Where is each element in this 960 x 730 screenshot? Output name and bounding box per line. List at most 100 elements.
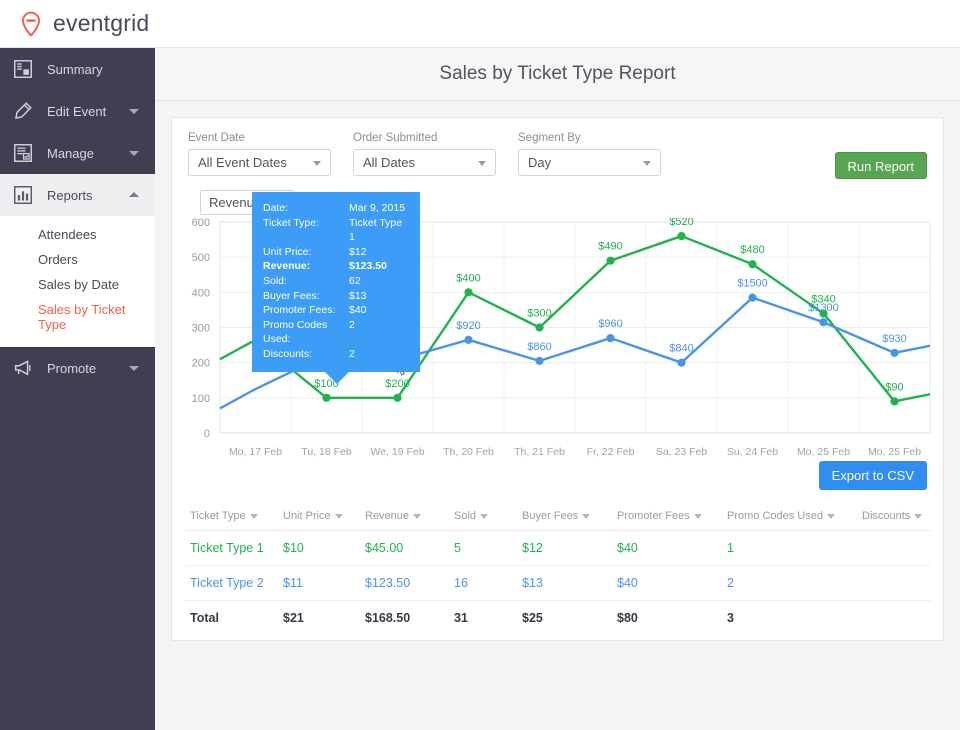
top-bar: eventgrid bbox=[0, 0, 960, 48]
chevron-down-icon bbox=[313, 160, 321, 166]
column-label: Sold bbox=[454, 510, 477, 522]
table-cell: Total bbox=[190, 611, 219, 625]
table-cell: $40 bbox=[613, 565, 723, 601]
sidebar-item-reports[interactable]: Reports bbox=[0, 174, 155, 216]
sidebar-item-promote[interactable]: Promote bbox=[0, 347, 155, 389]
filter-bar: Event Date All Event Dates Order Submitt… bbox=[172, 118, 943, 184]
table-cell: $168.50 bbox=[365, 611, 411, 625]
sort-descending-icon[interactable] bbox=[582, 513, 591, 519]
sort-descending-icon[interactable] bbox=[693, 513, 702, 519]
tooltip-row: Promo Codes Used: 2 bbox=[263, 318, 409, 347]
data-point bbox=[535, 356, 544, 366]
sort-descending-icon[interactable] bbox=[413, 513, 422, 519]
sort-descending-icon[interactable] bbox=[249, 513, 258, 519]
table-column-header[interactable]: Unit Price bbox=[279, 504, 361, 531]
segment-by-select[interactable]: Day bbox=[518, 149, 661, 176]
sort-descending-icon[interactable] bbox=[827, 513, 835, 519]
table-cell: Ticket Type 2 bbox=[186, 565, 279, 601]
column-label: Buyer Fees bbox=[522, 510, 579, 522]
chevron-down-icon bbox=[643, 160, 651, 166]
reports-submenu: Attendees Orders Sales by Date Sales by … bbox=[0, 216, 155, 347]
table-row: Ticket Type 2 $11 $123.50 16 $13 $40 2 bbox=[186, 565, 931, 601]
table-column-header[interactable]: Promoter Fees bbox=[613, 504, 723, 531]
table-column-header[interactable]: Buyer Fees bbox=[518, 504, 613, 531]
sidebar-item-edit-event[interactable]: Edit Event bbox=[0, 90, 155, 132]
data-label: $860 bbox=[527, 341, 551, 353]
table-column-header[interactable]: Revenue bbox=[361, 504, 450, 531]
table-cell: $40 bbox=[613, 530, 723, 566]
tooltip-row: Discounts: 2 bbox=[263, 347, 409, 362]
tooltip-value: 62 bbox=[349, 274, 361, 287]
table-cell: $12 bbox=[518, 530, 613, 566]
sort-descending-icon[interactable] bbox=[914, 513, 923, 519]
table-column-header[interactable]: Discounts bbox=[858, 504, 931, 531]
chevron-down-icon bbox=[478, 160, 486, 166]
sort-descending-icon[interactable] bbox=[334, 513, 343, 519]
data-point bbox=[535, 323, 544, 332]
table-column-header[interactable]: Sold bbox=[450, 504, 518, 531]
filter-segment-by: Segment By Day bbox=[518, 132, 661, 176]
table-cell: 31 bbox=[454, 611, 468, 625]
table-body: Ticket Type 1 $10 $45.00 5 $12 $40 1 Ticket Typ… bbox=[186, 530, 931, 636]
data-label: $300 bbox=[527, 308, 551, 320]
megaphone-icon bbox=[14, 360, 31, 376]
x-axis-tick: Tu, 18 Feb bbox=[301, 446, 352, 458]
sidebar-item-attendees[interactable]: Attendees bbox=[0, 222, 155, 247]
table-cell bbox=[858, 530, 931, 566]
sidebar-item-label: Summary bbox=[47, 61, 103, 77]
sidebar-item-sales-by-ticket-type[interactable]: Sales by Ticket Type bbox=[0, 297, 155, 337]
brand-name: eventgrid bbox=[53, 10, 150, 36]
tooltip-value: Mar 9, 2015 bbox=[349, 202, 406, 214]
filter-label: Event Date bbox=[188, 132, 245, 144]
data-label: $930 bbox=[882, 333, 906, 345]
sidebar-item-manage[interactable]: Manage bbox=[0, 132, 155, 174]
data-label: $490 bbox=[598, 241, 622, 253]
y-axis-tick: 500 bbox=[192, 252, 210, 264]
run-report-button[interactable]: Run Report bbox=[834, 152, 927, 179]
tooltip-key: Unit Price: bbox=[263, 245, 312, 258]
tooltip-row: Sold: 62 bbox=[263, 274, 409, 289]
sidebar-item-sales-by-date[interactable]: Sales by Date bbox=[0, 272, 155, 297]
app-root: eventgrid Summary Edit Event Manage Repo… bbox=[0, 0, 960, 730]
table-cell bbox=[858, 601, 931, 636]
order-submitted-value: All Dates bbox=[363, 155, 416, 170]
results-table: Ticket Type Unit Price Revenue Sold Buyer Fe… bbox=[186, 504, 931, 635]
data-label: $400 bbox=[456, 272, 480, 284]
table-cell: Ticket Type 1 bbox=[186, 530, 279, 566]
data-point bbox=[748, 260, 757, 269]
tooltip-value: $12 bbox=[349, 245, 367, 258]
data-point bbox=[819, 318, 828, 327]
sidebar-item-summary[interactable]: Summary bbox=[0, 48, 155, 90]
data-point bbox=[606, 333, 615, 343]
data-label: $90 bbox=[885, 381, 903, 393]
y-axis-tick: 0 bbox=[204, 428, 210, 440]
sidebar: Summary Edit Event Manage Reports Attend… bbox=[0, 48, 155, 730]
x-axis-tick: Mo, 17 Feb bbox=[229, 446, 282, 458]
table-row: Total $21 $168.50 31 $25 $80 3 bbox=[186, 601, 931, 636]
event-date-select[interactable]: All Event Dates bbox=[188, 149, 331, 176]
table-column-header[interactable]: Ticket Type bbox=[186, 504, 279, 531]
export-csv-button[interactable]: Export to CSV bbox=[818, 461, 927, 490]
column-label: Promoter Fees bbox=[617, 510, 690, 522]
data-point bbox=[464, 288, 473, 297]
filter-label: Segment By bbox=[518, 132, 581, 144]
chart-tooltip: Date: Mar 9, 2015 Ticket Type: Ticket Type … bbox=[252, 192, 420, 384]
sidebar-item-label: Reports bbox=[47, 187, 93, 203]
table-cell: $11 bbox=[279, 565, 361, 601]
table-column-header[interactable]: Promo Codes Used bbox=[723, 504, 858, 531]
data-point bbox=[890, 348, 899, 357]
data-label: $480 bbox=[740, 244, 764, 256]
sort-descending-icon[interactable] bbox=[480, 513, 489, 519]
data-label: $200 bbox=[385, 378, 409, 390]
tooltip-key: Sold: bbox=[263, 274, 287, 287]
tooltip-row: Buyer Fees: $13 bbox=[263, 289, 409, 304]
data-point bbox=[322, 393, 331, 402]
summary-icon bbox=[14, 60, 32, 78]
x-axis-tick: Th, 21 Feb bbox=[514, 446, 565, 458]
tooltip-row: Unit Price: $12 bbox=[263, 245, 409, 260]
table-cell: 2 bbox=[723, 565, 858, 601]
data-point bbox=[677, 358, 686, 367]
sidebar-item-orders[interactable]: Orders bbox=[0, 247, 155, 272]
table-cell: $45.00 bbox=[361, 530, 450, 566]
order-submitted-select[interactable]: All Dates bbox=[353, 149, 496, 176]
